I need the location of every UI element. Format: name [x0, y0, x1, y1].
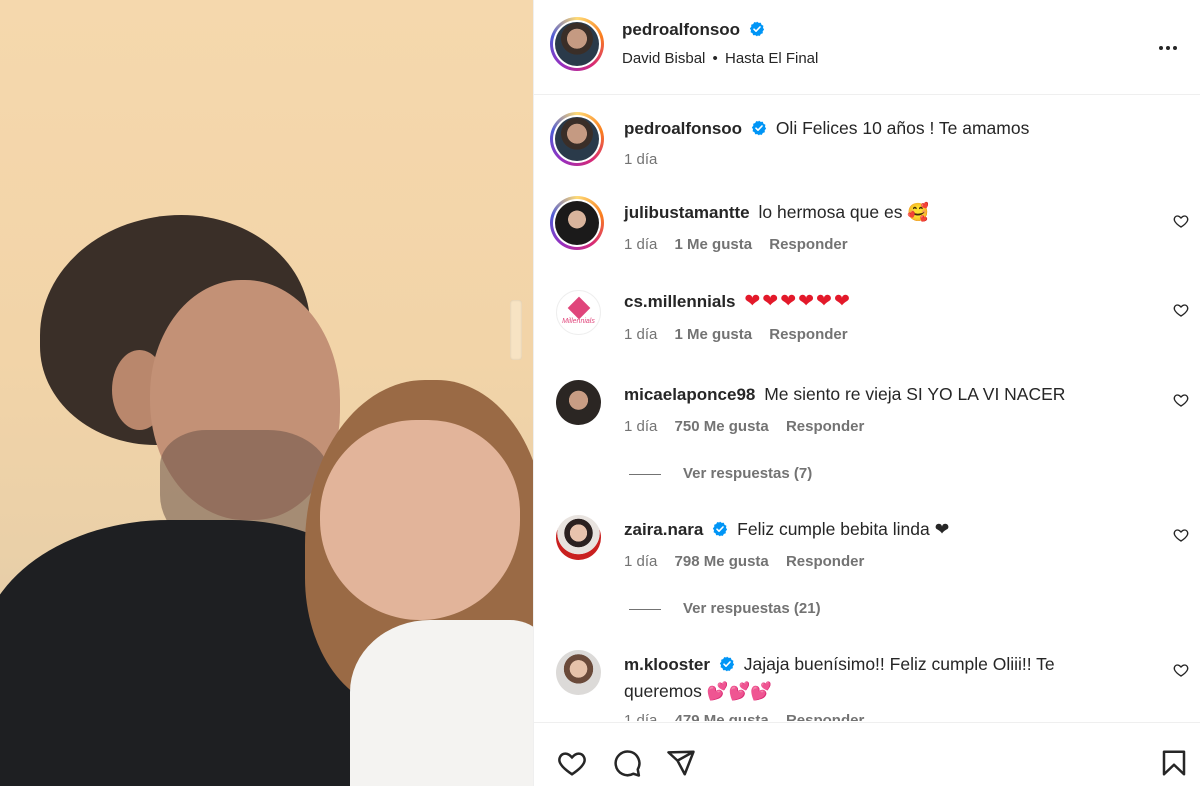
caption-username[interactable]: pedroalfonsoo [624, 119, 742, 138]
comment-username[interactable]: micaelaponce98 [624, 385, 755, 404]
view-replies-label: Ver respuestas (7) [683, 465, 813, 482]
music-artist: David Bisbal [622, 50, 706, 67]
verified-badge-icon [749, 21, 764, 37]
comment-icon[interactable] [612, 748, 642, 778]
comment-time[interactable]: 1 día [624, 326, 657, 343]
comment-avatar[interactable] [556, 380, 601, 425]
comments-list[interactable]: pedroalfonsoo Oli Felices 10 años ! Te a… [534, 96, 1200, 721]
reply-button[interactable]: Responder [786, 712, 864, 721]
music-separator: • [712, 50, 718, 67]
post-media[interactable] [0, 0, 533, 786]
post-panel: pedroalfonsoo David Bisbal • Hasta El Fi… [533, 0, 1200, 786]
comment-line: julibustamantte lo hermosa que es 🥰 [624, 199, 1144, 226]
comment-line: cs.millennials ❤❤❤❤❤❤ [624, 288, 1144, 315]
comment-text: Me siento re vieja SI YO LA VI NACER [764, 384, 1066, 404]
wall-switch [510, 300, 522, 360]
comment-username[interactable]: zaira.nara [624, 520, 703, 539]
verified-badge-icon [719, 656, 734, 672]
comment-likes[interactable]: 1 Me gusta [675, 326, 753, 343]
comment-time[interactable]: 1 día [624, 418, 657, 435]
music-info[interactable]: David Bisbal • Hasta El Final [622, 50, 818, 67]
view-replies-button[interactable]: Ver respuestas (21) [629, 600, 821, 617]
comment-text: ❤❤❤❤❤❤ [744, 291, 852, 312]
heart-icon[interactable] [557, 748, 587, 778]
comment-time[interactable]: 1 día [624, 236, 657, 253]
caption-avatar[interactable] [550, 112, 604, 166]
comment-time[interactable]: 1 día [624, 553, 657, 570]
heart-icon[interactable] [1173, 302, 1189, 318]
reply-button[interactable]: Responder [769, 236, 847, 253]
caption-line: pedroalfonsoo Oli Felices 10 años ! Te a… [624, 115, 1144, 142]
post-actions [534, 722, 1200, 786]
comment-line: zaira.nara Feliz cumple bebita linda ❤ [624, 516, 1144, 543]
girl-shirt [350, 620, 533, 786]
comment-likes[interactable]: 798 Me gusta [675, 553, 769, 570]
caption-time[interactable]: 1 día [624, 151, 657, 168]
caption-meta: 1 día [624, 151, 670, 168]
reply-button[interactable]: Responder [769, 326, 847, 343]
comment-avatar[interactable] [556, 515, 601, 560]
bookmark-icon[interactable] [1159, 748, 1189, 778]
heart-icon[interactable] [1173, 662, 1189, 678]
verified-badge-icon [751, 120, 767, 136]
comment-avatar[interactable] [556, 650, 601, 695]
comment-avatar[interactable] [550, 196, 604, 250]
comment-meta: 1 día 1 Me gusta Responder [624, 326, 861, 343]
comment-meta: 1 día 750 Me gusta Responder [624, 418, 877, 435]
author-name-row: pedroalfonsoo [622, 20, 765, 40]
comment-likes[interactable]: 479 Me gusta [675, 712, 769, 721]
comment-line: micaelaponce98 Me siento re vieja SI YO … [624, 381, 1144, 408]
reply-button[interactable]: Responder [786, 553, 864, 570]
comment-likes[interactable]: 1 Me gusta [675, 236, 753, 253]
comment-meta: 1 día 1 Me gusta Responder [624, 236, 861, 253]
author-avatar[interactable] [550, 17, 604, 71]
reply-button[interactable]: Responder [786, 418, 864, 435]
comment-time[interactable]: 1 día [624, 712, 657, 721]
comment-likes[interactable]: 750 Me gusta [675, 418, 769, 435]
music-song: Hasta El Final [724, 50, 819, 67]
view-replies-label: Ver respuestas (21) [683, 600, 821, 617]
caption-text: Oli Felices 10 años ! Te amamos [775, 118, 1030, 138]
author-username[interactable]: pedroalfonsoo [622, 20, 740, 39]
verified-badge-icon [713, 521, 728, 537]
comment-meta: 1 día 479 Me gusta Responder [624, 712, 877, 721]
heart-icon[interactable] [1173, 213, 1189, 229]
heart-icon[interactable] [1173, 527, 1189, 543]
comment-line: m.klooster Jajaja buenísimo!! Feliz cump… [624, 651, 1064, 704]
comment-text: Feliz cumple bebita linda ❤ [737, 519, 950, 539]
comment-meta: 1 día 798 Me gusta Responder [624, 553, 877, 570]
comment-username[interactable]: m.klooster [624, 655, 710, 674]
girl-face [320, 420, 520, 620]
send-icon[interactable] [666, 748, 696, 778]
comment-username[interactable]: cs.millennials [624, 292, 736, 311]
replies-divider [629, 608, 661, 610]
comment-avatar[interactable]: Millennials [556, 290, 601, 335]
heart-icon[interactable] [1173, 392, 1189, 408]
view-replies-button[interactable]: Ver respuestas (7) [629, 465, 812, 482]
comment-username[interactable]: julibustamantte [624, 203, 750, 222]
replies-divider [629, 473, 661, 475]
more-options-icon[interactable] [1156, 36, 1180, 60]
comment-text: lo hermosa que es 🥰 [758, 202, 930, 222]
post-header: pedroalfonsoo David Bisbal • Hasta El Fi… [534, 0, 1200, 95]
